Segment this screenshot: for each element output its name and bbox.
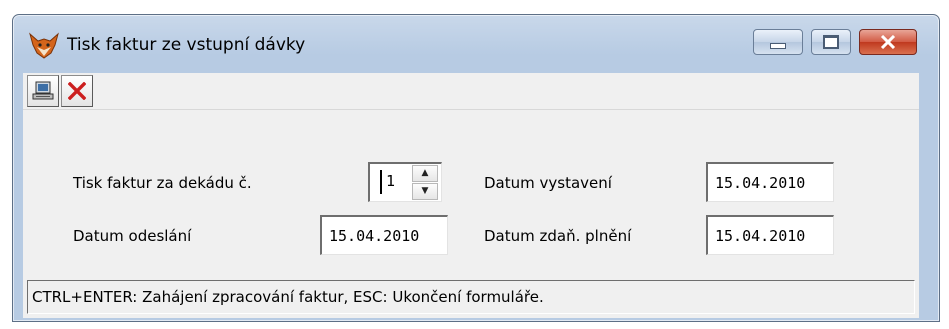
tax-date-label: Datum zdaň. plnění — [484, 227, 632, 245]
text-caret — [380, 170, 382, 194]
close-window-button[interactable] — [859, 29, 917, 55]
send-date-label: Datum odeslání — [73, 227, 192, 245]
print-button[interactable] — [27, 75, 59, 107]
maximize-button[interactable] — [811, 29, 851, 55]
maximize-icon — [823, 35, 839, 49]
spinner-up-button[interactable]: ▲ — [412, 165, 438, 182]
status-bar: CTRL+ENTER: Zahájení zpracování faktur, … — [27, 280, 915, 314]
send-date-field[interactable]: 15.04.2010 — [320, 215, 448, 255]
decade-spinner[interactable]: 1 ▲ ▼ — [368, 162, 442, 202]
minimize-button[interactable] — [753, 29, 803, 55]
close-button[interactable] — [61, 75, 93, 107]
arrow-up-icon: ▲ — [421, 168, 429, 178]
window-title: Tisk faktur ze vstupní dávky — [67, 35, 306, 55]
tax-date-field[interactable]: 15.04.2010 — [706, 215, 834, 255]
decade-label: Tisk faktur za dekádu č. — [73, 174, 252, 192]
title-bar[interactable]: Tisk faktur ze vstupní dávky — [13, 15, 939, 71]
arrow-down-icon: ▼ — [421, 186, 429, 196]
issue-date-label: Datum vystavení — [484, 174, 612, 192]
spinner-down-button[interactable]: ▼ — [412, 183, 438, 200]
form-area: Tisk faktur za dekádu č. 1 ▲ ▼ Datum vys… — [23, 110, 919, 318]
close-icon — [880, 35, 896, 49]
fox-icon — [29, 32, 59, 59]
issue-date-field[interactable]: 15.04.2010 — [706, 162, 834, 202]
close-x-icon — [68, 82, 86, 100]
decade-value[interactable]: 1 — [386, 172, 395, 190]
dialog-window: Tisk faktur ze vstupní dávky Tisk faktur… — [12, 14, 940, 322]
computer-print-icon — [32, 81, 54, 100]
toolbar — [23, 73, 919, 110]
minimize-icon — [770, 43, 786, 49]
